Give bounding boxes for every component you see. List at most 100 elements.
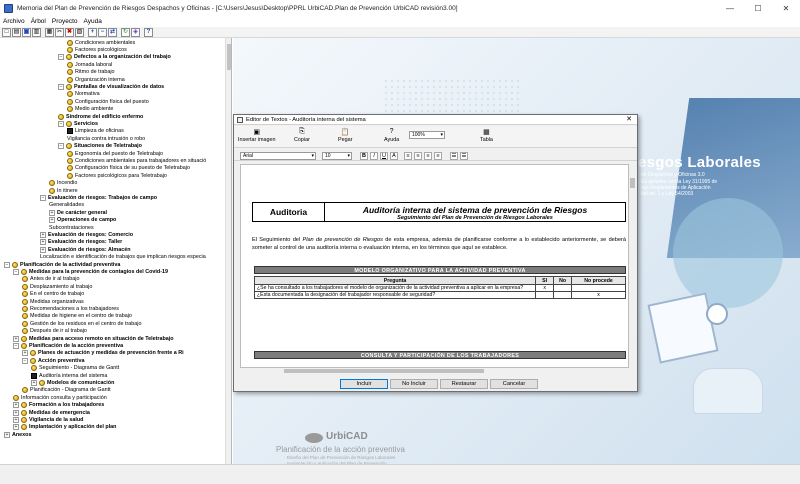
zoom-select[interactable]: 100% — [409, 131, 445, 139]
tree-item[interactable]: + Modelos de comunicación — [31, 379, 114, 387]
expand-icon[interactable]: + — [49, 217, 55, 224]
tree-item[interactable]: + Formación a los trabajadores — [13, 402, 104, 409]
tree-item[interactable]: Medidas de higiene en el centro de traba… — [22, 313, 132, 320]
collapse-icon[interactable]: − — [58, 121, 64, 128]
tree-item[interactable]: En el centro de trabajo — [22, 291, 84, 298]
document-editor[interactable]: Auditoria Auditoría interna del sistema … — [240, 164, 629, 368]
tree-item[interactable]: Factores psicológicos — [67, 46, 127, 54]
expand-icon[interactable]: + — [40, 246, 46, 253]
tree-scroll-thumb[interactable] — [227, 44, 231, 70]
doc-hscroll-thumb[interactable] — [284, 369, 484, 373]
tree-item[interactable]: Medidas organizativas — [22, 298, 84, 305]
tree-item[interactable]: − Situaciones de Teletrabajo — [58, 143, 142, 150]
tree-item[interactable]: Condiciones ambientales para trabajadore… — [67, 157, 206, 165]
align-center-button[interactable]: ≡ — [414, 152, 422, 160]
tree-item[interactable]: Antes de ir al trabajo — [22, 276, 79, 283]
tree-item[interactable]: − Medidas para la prevención de contagios… — [13, 268, 168, 276]
no-cell[interactable] — [553, 284, 573, 292]
doc-horizontal-scrollbar[interactable] — [240, 368, 629, 374]
tree-item[interactable]: In itinere — [49, 187, 78, 194]
question-cell[interactable]: ¿Se ha consultado a los trabajadores el … — [253, 284, 537, 292]
cut-icon[interactable]: ✂ — [55, 27, 64, 37]
tree-item[interactable]: Incendio — [49, 180, 77, 187]
menu-arbol[interactable]: Árbol — [31, 18, 46, 25]
insert-image-button[interactable]: ▣ Insertar imagen — [238, 128, 275, 144]
tree-item[interactable]: + Vigilancia de la salud — [13, 416, 83, 424]
find-icon[interactable]: ▦ — [45, 27, 54, 37]
not-include-button[interactable]: No Incluir — [390, 379, 438, 389]
tree-item[interactable]: Subcontrataciones — [49, 224, 94, 231]
expand-icon[interactable]: + — [40, 239, 46, 246]
si-cell[interactable]: x — [535, 284, 555, 292]
collapse-icon[interactable]: − — [58, 54, 64, 61]
tree-item[interactable]: Condiciones ambientales — [67, 39, 135, 46]
table-button[interactable]: ▦ Tabla — [480, 128, 493, 144]
tree-item[interactable]: + Medidas para acceso remoto en situación… — [13, 335, 174, 342]
tree-item[interactable]: Medio ambiente — [67, 106, 113, 113]
bold-button[interactable]: B — [360, 152, 368, 160]
si-cell[interactable] — [535, 291, 555, 299]
tree-item[interactable]: + Implantación y aplicación del plan — [13, 424, 116, 431]
tree-item[interactable]: Normativa — [67, 91, 100, 98]
tree-item[interactable]: − Servicios — [58, 120, 98, 128]
question-cell[interactable]: ¿Esta documentada la designación del tra… — [253, 291, 537, 299]
remove-icon[interactable]: − — [98, 27, 107, 37]
tree-item[interactable]: Configuración física de su puesto de Tel… — [67, 165, 190, 172]
collapse-icon[interactable]: − — [40, 195, 46, 202]
underline-button[interactable]: U — [380, 152, 388, 160]
dialog-close-button[interactable]: ✕ — [623, 115, 635, 125]
collapse-icon[interactable]: − — [22, 357, 28, 364]
tree-item[interactable]: Configuración física del puesto — [67, 98, 149, 105]
project-tree[interactable]: Condiciones ambientales Factores psicológ… — [0, 38, 232, 464]
justify-button[interactable]: ≡ — [434, 152, 442, 160]
collapse-icon[interactable]: − — [4, 261, 10, 268]
no-cell[interactable] — [553, 291, 573, 299]
tree-item[interactable]: Auditoría interna del sistema — [31, 372, 107, 379]
copy-icon[interactable]: ▧ — [75, 27, 84, 37]
font-color-button[interactable]: A — [390, 152, 398, 160]
collapse-icon[interactable]: − — [58, 84, 64, 91]
tree-item[interactable]: Planificación - Diagrama de Gantt — [22, 387, 111, 394]
expand-icon[interactable]: + — [13, 409, 19, 416]
tree-item[interactable]: + Operaciones de campo — [49, 217, 116, 224]
collapse-icon[interactable]: − — [13, 343, 19, 350]
help-icon[interactable]: ? — [144, 27, 153, 37]
doc-vertical-scrollbar[interactable] — [629, 164, 636, 368]
open-icon[interactable]: ▤ — [12, 27, 21, 37]
tree-item[interactable]: + Medidas de emergencia — [13, 409, 90, 416]
tree-item[interactable]: − Defectos a la organización del trabajo — [58, 54, 171, 61]
font-size-select[interactable]: 10 — [322, 152, 352, 160]
tree-item[interactable]: + Evaluación de riesgos: Taller — [40, 239, 122, 246]
expand-icon[interactable]: + — [13, 335, 19, 342]
expand-icon[interactable]: + — [13, 417, 19, 424]
menu-archivo[interactable]: Archivo — [3, 18, 25, 25]
restore-button[interactable]: Restaurar — [440, 379, 488, 389]
save-icon[interactable]: ▣ — [22, 27, 31, 37]
align-left-button[interactable]: ≡ — [404, 152, 412, 160]
print-icon[interactable]: ▥ — [32, 27, 41, 37]
italic-button[interactable]: I — [370, 152, 378, 160]
tree-item[interactable]: Después de ir al trabajo — [22, 328, 87, 335]
doc-vscroll-thumb[interactable] — [630, 178, 635, 188]
add-icon[interactable]: + — [88, 27, 97, 37]
tree-item[interactable]: Recomendaciones a los trabajadores — [22, 305, 119, 313]
menu-ayuda[interactable]: Ayuda — [84, 18, 102, 25]
expand-icon[interactable]: + — [40, 232, 46, 239]
tree-item[interactable]: + Evaluación de riesgos: Comercio — [40, 231, 133, 239]
number-list-button[interactable]: ☰ — [460, 152, 468, 160]
new-icon[interactable]: □ — [2, 27, 11, 37]
tree-item[interactable]: + Planes de actuación y medidas de preven… — [22, 350, 184, 357]
tree-item[interactable]: + De carácter general — [49, 209, 107, 216]
tree-item[interactable]: − Planificación de la acción preventiva — [13, 342, 123, 350]
tree-item[interactable]: Jornada laboral — [67, 61, 112, 68]
paste-button[interactable]: 📋 Pegar — [338, 128, 352, 144]
expand-icon[interactable]: + — [49, 209, 55, 216]
minimize-button[interactable]: — — [716, 0, 744, 16]
close-button[interactable]: ✕ — [772, 0, 800, 16]
tree-item[interactable]: Síndrome del edificio enfermo — [58, 113, 143, 120]
tree-item[interactable]: Gestión de los residuos en el centro de … — [22, 320, 141, 327]
include-button[interactable]: Incluir — [340, 379, 388, 389]
expand-icon[interactable]: + — [13, 424, 19, 431]
delete-icon[interactable]: ✖ — [65, 27, 74, 37]
tree-item[interactable]: Localización e identificación de trabajo… — [40, 254, 206, 261]
